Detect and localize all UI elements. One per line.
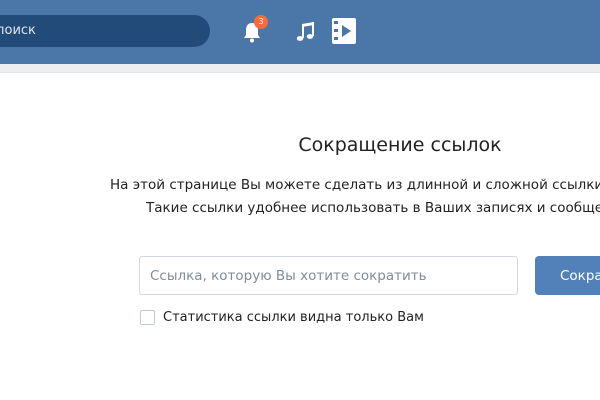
notification-count-badge: 3: [254, 15, 268, 29]
search-field[interactable]: поиск: [0, 15, 210, 47]
stats-checkbox[interactable]: [140, 310, 155, 325]
video-play-icon[interactable]: [331, 17, 357, 45]
link-shortener-panel: [0, 72, 600, 400]
description-line-1: На этой странице Вы можете сделать из дл…: [110, 177, 600, 193]
description-line-2: Такие ссылки удобнее использовать в Ваши…: [146, 200, 600, 216]
stats-checkbox-label[interactable]: Статистика ссылки видна только Вам: [163, 310, 424, 326]
page-title: Сокращение ссылок: [298, 134, 502, 156]
app-window: поиск 3 Сокращение ссылок На этой страни…: [0, 0, 600, 400]
link-input[interactable]: [139, 256, 518, 295]
search-text: поиск: [0, 23, 36, 38]
shorten-button[interactable]: Сократить: [535, 256, 600, 295]
top-navigation-bar: поиск 3: [0, 0, 600, 64]
music-note-icon[interactable]: [295, 20, 317, 44]
